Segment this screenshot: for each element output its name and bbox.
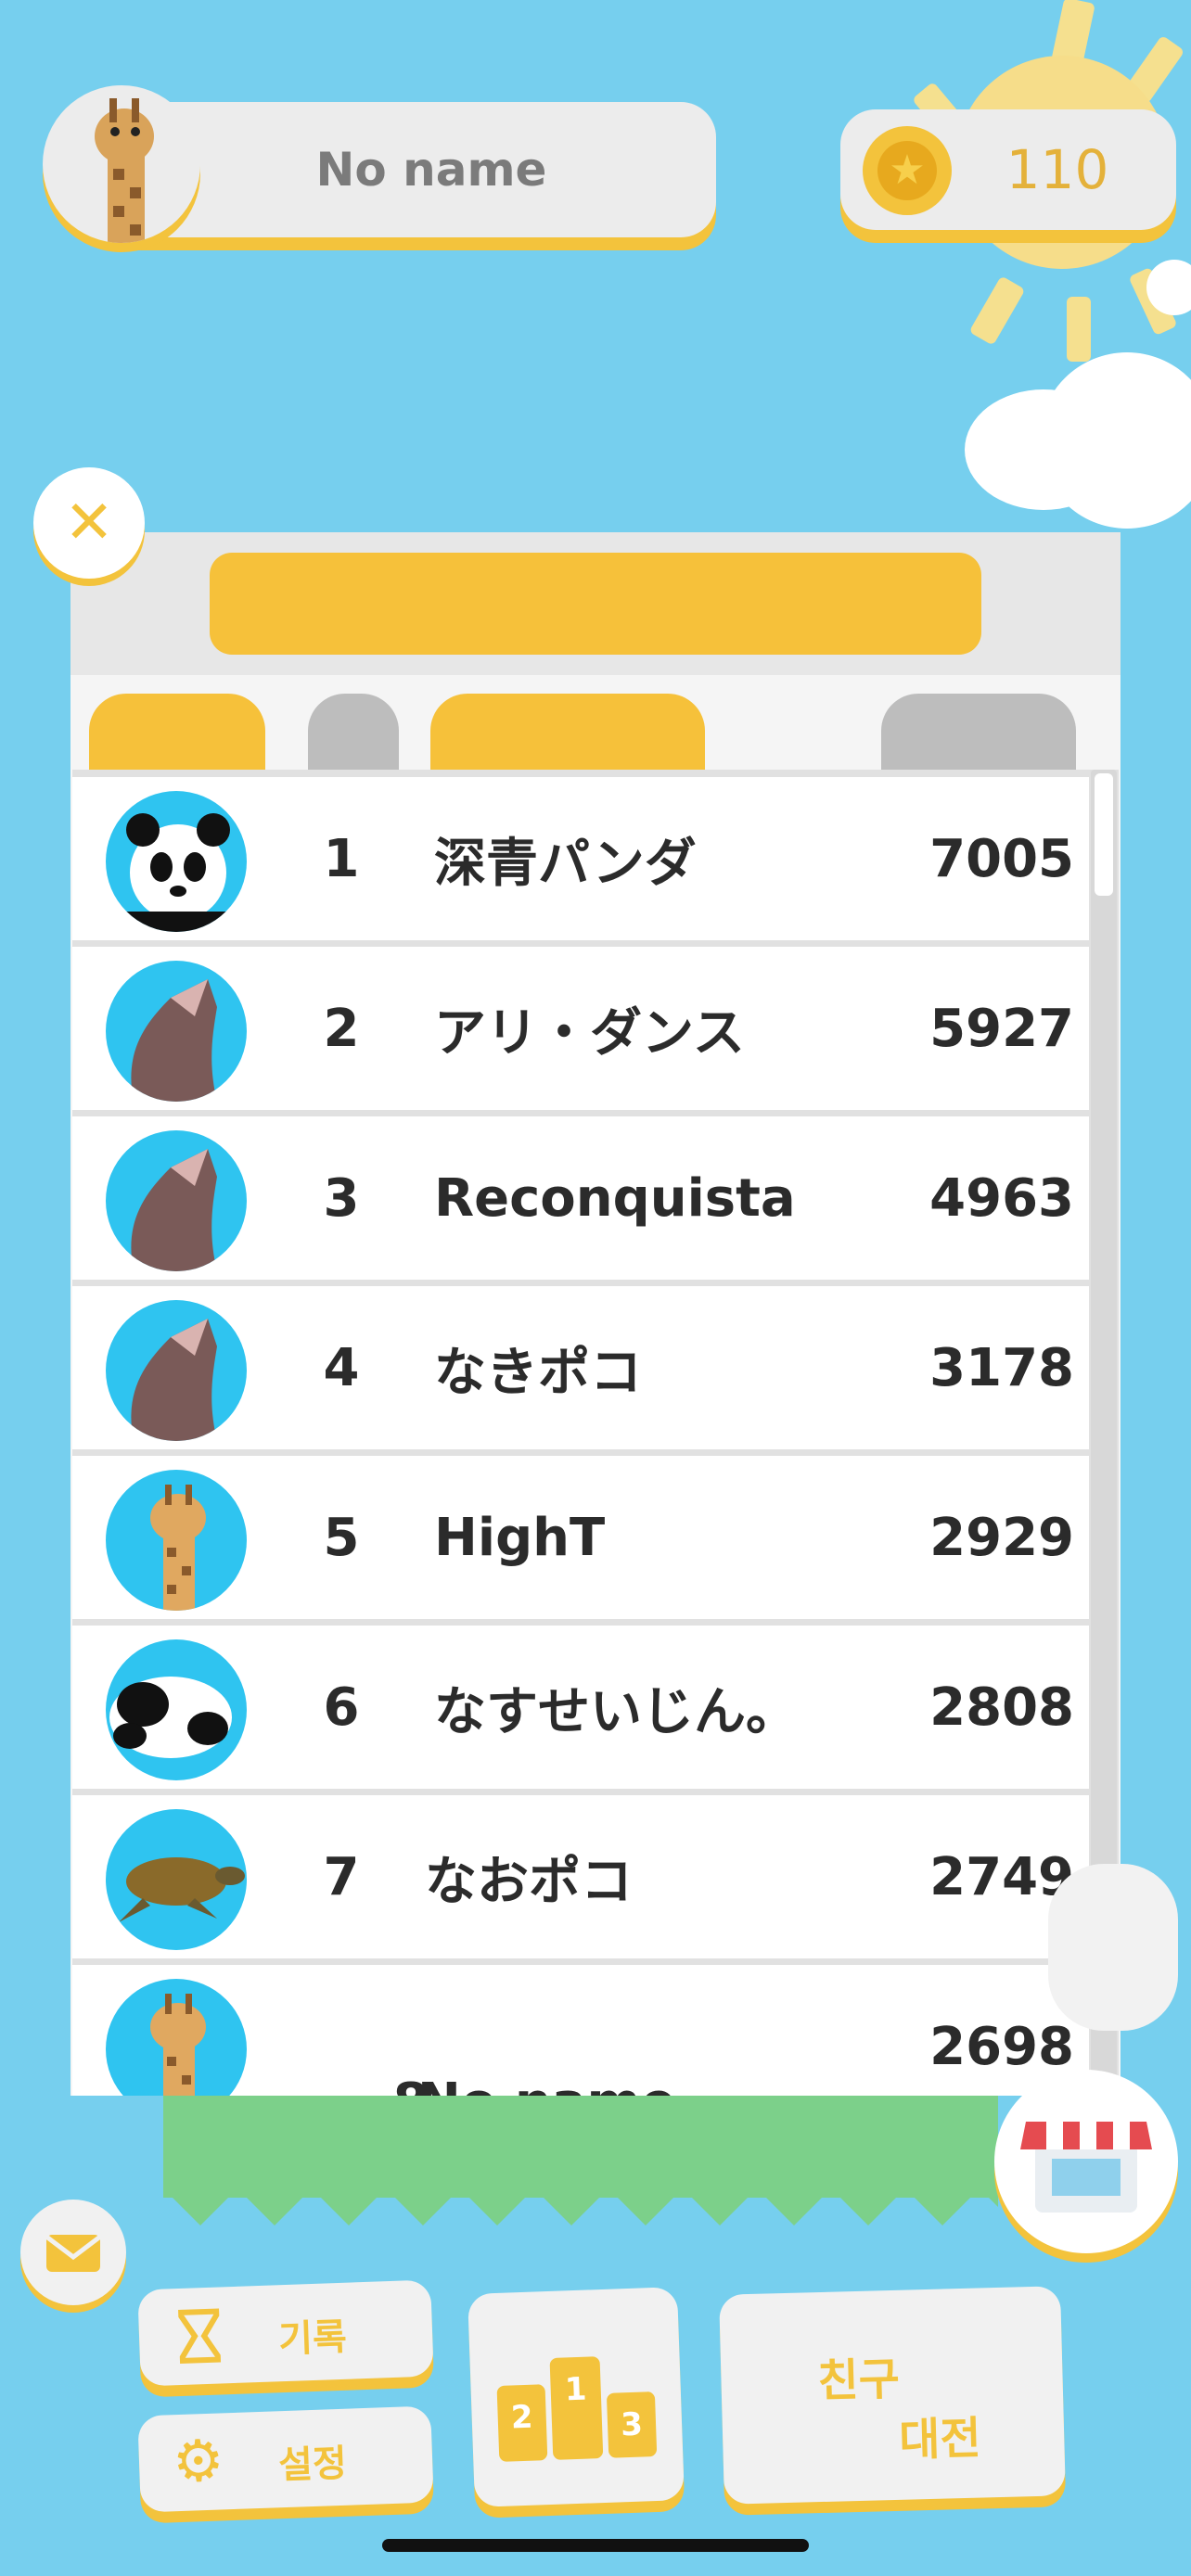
row-rank: 5 (323, 1507, 360, 1568)
podium-second: 2 (496, 2384, 548, 2462)
grass-decoration (163, 2096, 998, 2198)
settings-button[interactable]: ⚙ 설정 (137, 2405, 434, 2513)
row-score: 7005 (929, 828, 1074, 889)
row-score: 2749 (929, 1846, 1074, 1907)
tab-4[interactable] (881, 694, 1076, 773)
ranking-scrollbar-thumb[interactable] (1095, 773, 1113, 896)
cow-icon (106, 1639, 247, 1780)
hippo-icon (106, 1130, 247, 1271)
row-name: HighT (434, 1507, 606, 1568)
row-name: なきポコ (434, 1342, 642, 1403)
row-rank: 4 (323, 1337, 360, 1398)
row-name: 深青パンダ (434, 833, 697, 894)
ranking-list[interactable]: 1 深青パンダ 7005 2 アリ・ダンス 5927 3 Reconquista… (72, 770, 1119, 2096)
grass-spikes (163, 2188, 998, 2225)
row-score: 5927 (929, 998, 1074, 1059)
coin-count: 110 (1005, 138, 1109, 201)
ranking-row[interactable]: 5 HighT 2929 (72, 1456, 1089, 1619)
records-label: 기록 (277, 2315, 348, 2362)
ranking-row[interactable]: 6 なすせいじん。 2808 (72, 1626, 1089, 1789)
tab-1[interactable] (89, 694, 265, 773)
tab-2[interactable] (308, 694, 399, 773)
ranking-button[interactable]: 2 1 3 (467, 2287, 685, 2507)
shop-button[interactable] (994, 2070, 1178, 2253)
ranking-row[interactable]: 2 アリ・ダンス 5927 (72, 947, 1089, 1110)
ranking-row[interactable]: 7 なおポコ 2749 (72, 1795, 1089, 1958)
hippo-icon (106, 961, 247, 1102)
ranking-row[interactable]: 8 No name 2698 (72, 1965, 1089, 2096)
star-icon: ★ (877, 141, 937, 200)
podium-first: 1 (549, 2356, 604, 2460)
row-score: 2929 (929, 1507, 1074, 1568)
friend-battle-line1: 친구 (816, 2353, 901, 2408)
tab-3[interactable] (430, 694, 705, 773)
row-rank: 7 (323, 1846, 360, 1907)
mail-icon (45, 2235, 102, 2272)
row-name: アリ・ダンス (434, 1002, 745, 1064)
close-icon: ✕ (64, 489, 114, 557)
row-rank: 2 (323, 998, 360, 1059)
turtle-icon (106, 1809, 247, 1950)
friend-battle-line2: 대전 (898, 2412, 982, 2467)
gear-icon: ⚙ (171, 2426, 225, 2496)
row-name: なおポコ (425, 1851, 633, 1912)
close-button[interactable]: ✕ (33, 467, 145, 579)
hourglass-icon (178, 2308, 222, 2364)
friend-battle-button[interactable]: 친구 대전 (719, 2286, 1066, 2505)
row-name: No name (417, 2021, 900, 2097)
ranking-row[interactable]: 1 深青パンダ 7005 (72, 777, 1089, 940)
row-rank: 1 (323, 828, 360, 889)
shop-icon (1020, 2122, 1152, 2213)
ranking-row[interactable]: 4 なきポコ 3178 (72, 1286, 1089, 1449)
records-button[interactable]: 기록 (137, 2279, 434, 2387)
giraffe-icon (95, 98, 154, 243)
profile-name: No name (315, 143, 547, 197)
sun-ray (1067, 297, 1091, 362)
home-indicator (382, 2539, 809, 2552)
row-name: Reconquista (434, 1167, 796, 1229)
row-score: 3178 (929, 1337, 1074, 1398)
giraffe-icon (106, 1470, 247, 1611)
podium-third: 3 (606, 2391, 658, 2458)
row-rank: 6 (323, 1677, 360, 1738)
settings-label: 설정 (277, 2442, 348, 2488)
giraffe-icon (106, 1979, 247, 2096)
panda-icon (106, 791, 247, 932)
side-button[interactable] (1048, 1864, 1178, 2031)
row-score: 2808 (929, 1677, 1074, 1738)
row-name: なすせいじん。 (434, 1681, 798, 1742)
mail-button[interactable] (20, 2200, 126, 2305)
ranking-title-bar (210, 553, 981, 655)
podium-icon: 2 1 3 (496, 2354, 658, 2462)
hippo-icon (106, 1300, 247, 1441)
player-avatar[interactable] (43, 85, 200, 243)
row-rank: 3 (323, 1167, 360, 1229)
row-score: 4963 (929, 1167, 1074, 1229)
sun-ray (968, 275, 1026, 346)
ranking-row[interactable]: 3 Reconquista 4963 (72, 1116, 1089, 1280)
